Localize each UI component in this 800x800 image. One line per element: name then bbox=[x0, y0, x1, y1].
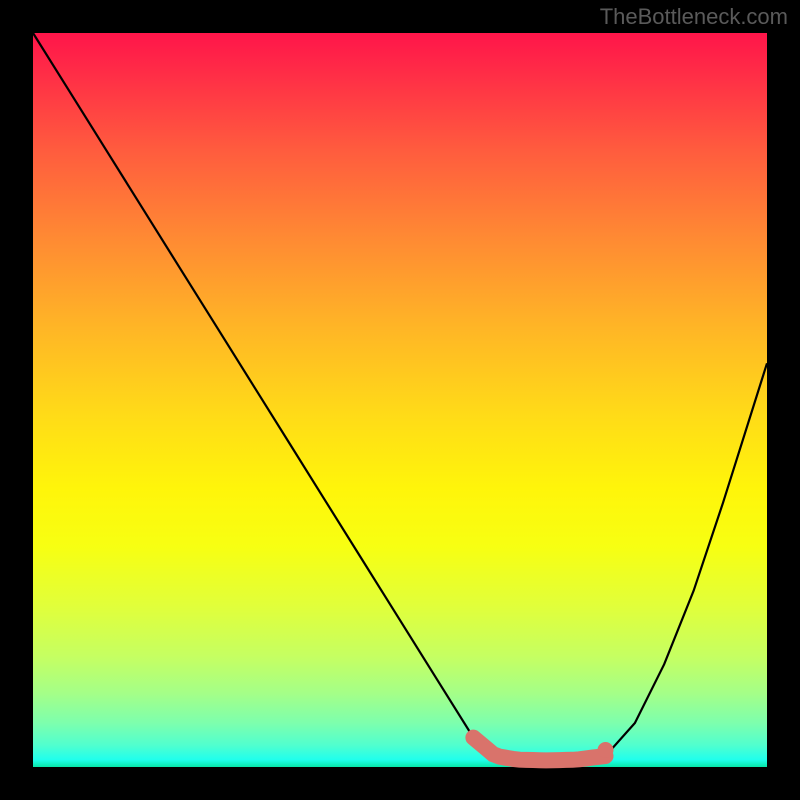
watermark-text: TheBottleneck.com bbox=[600, 4, 788, 30]
highlight-segment bbox=[473, 738, 605, 761]
highlight-end-dot bbox=[598, 742, 614, 758]
chart-plot-area bbox=[33, 33, 767, 767]
chart-svg bbox=[33, 33, 767, 767]
curve-path bbox=[33, 33, 767, 760]
